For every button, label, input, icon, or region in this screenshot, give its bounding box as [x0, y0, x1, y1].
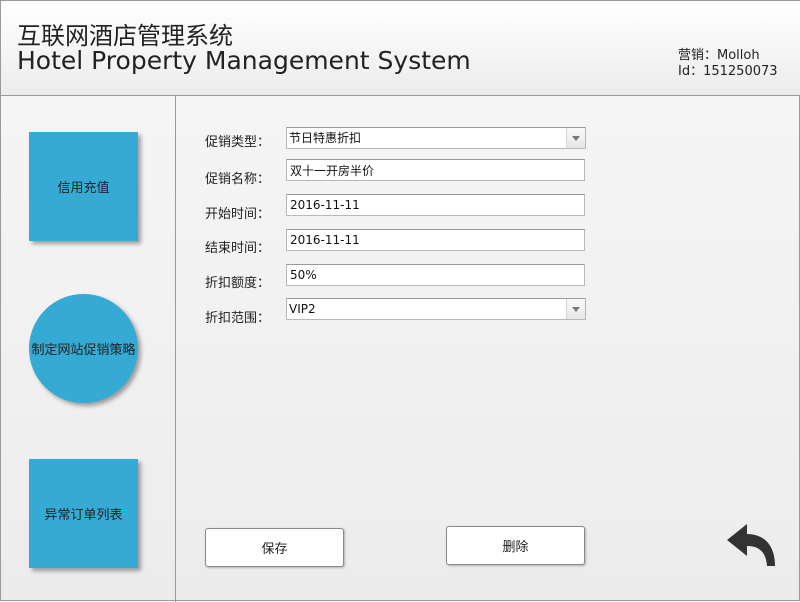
sidebar-item-label: 异常订单列表	[44, 508, 123, 523]
sidebar-item-abnormal-orders[interactable]: 异常订单列表	[29, 459, 138, 568]
app-window: 互联网酒店管理系统 Hotel Property Management Syst…	[0, 0, 800, 602]
discount-scope-select[interactable]: VIP2	[286, 298, 586, 320]
sidebar-item-website-promotion[interactable]: 制定网站促销策略	[29, 294, 138, 403]
sidebar-item-label: 信用充值	[57, 181, 110, 196]
promo-type-label: 促销类型：	[205, 135, 271, 150]
sidebar-item-credit-recharge[interactable]: 信用充值	[29, 132, 138, 241]
discount-amount-label: 折扣额度：	[205, 276, 271, 291]
back-arrow-icon[interactable]	[723, 520, 779, 572]
promo-type-select[interactable]: 节日特惠折扣	[286, 127, 586, 149]
header-bar: 互联网酒店管理系统 Hotel Property Management Syst…	[1, 1, 800, 96]
user-id-label: Id：151250073	[678, 64, 778, 79]
promo-name-label: 促销名称：	[205, 172, 271, 187]
start-time-label: 开始时间：	[205, 207, 271, 222]
chevron-down-icon	[566, 128, 585, 148]
promo-type-value: 节日特惠折扣	[289, 131, 362, 145]
discount-scope-label: 折扣范围：	[205, 311, 271, 326]
delete-button-label: 删除	[502, 540, 529, 555]
delete-button[interactable]: 删除	[446, 526, 585, 565]
save-button-label: 保存	[261, 542, 288, 557]
discount-amount-input[interactable]	[286, 264, 585, 286]
end-time-label: 结束时间：	[205, 241, 271, 256]
chevron-down-icon	[566, 299, 585, 319]
discount-scope-value: VIP2	[289, 302, 316, 316]
promo-name-input[interactable]	[286, 159, 585, 181]
end-time-input[interactable]	[286, 229, 585, 251]
sidebar-item-label: 制定网站促销策略	[31, 343, 136, 358]
app-title-english: Hotel Property Management System	[17, 46, 471, 75]
start-time-input[interactable]	[286, 194, 585, 216]
sidebar-divider	[175, 96, 176, 602]
save-button[interactable]: 保存	[205, 528, 344, 567]
